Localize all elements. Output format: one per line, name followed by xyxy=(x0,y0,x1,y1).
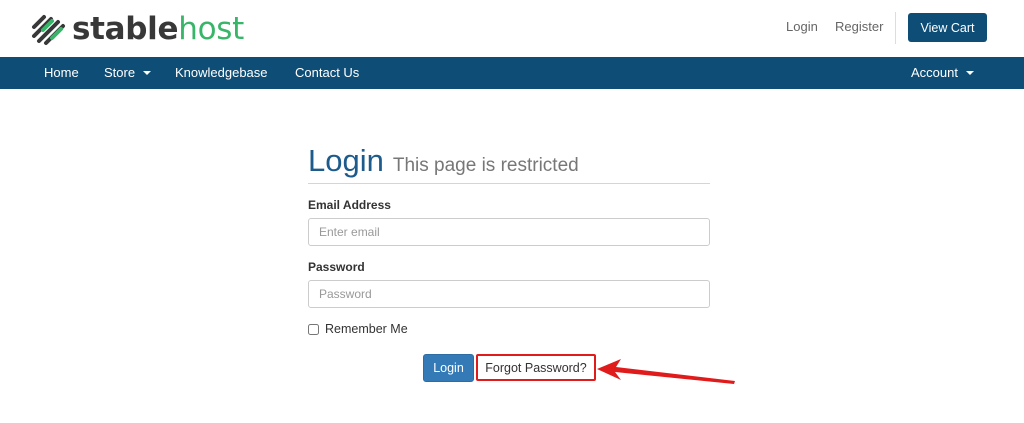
login-heading: Login xyxy=(308,143,384,178)
remember-me-label: Remember Me xyxy=(325,322,408,336)
title-divider xyxy=(308,183,710,184)
main-navbar: Home Store Knowledgebase Contact Us Acco… xyxy=(0,57,1024,89)
login-subheading: This page is restricted xyxy=(392,155,579,176)
brand-logo[interactable]: stablehost xyxy=(30,7,244,51)
nav-item-home[interactable]: Home xyxy=(44,57,79,89)
nav-item-contact-us[interactable]: Contact Us xyxy=(295,57,359,89)
login-submit-button[interactable]: Login xyxy=(423,354,474,382)
header-register-link[interactable]: Register xyxy=(835,19,883,34)
brand-name-part2: host xyxy=(178,10,244,47)
header-login-link[interactable]: Login xyxy=(786,19,818,34)
brand-name: stablehost xyxy=(72,10,244,47)
remember-me: Remember Me xyxy=(308,322,408,336)
remember-me-checkbox[interactable] xyxy=(308,323,319,335)
red-arrow-annotation xyxy=(597,359,735,384)
chevron-down-icon xyxy=(143,71,152,75)
nav-item-knowledgebase[interactable]: Knowledgebase xyxy=(175,57,268,89)
nav-item-store[interactable]: Store xyxy=(104,57,152,89)
forgot-password-button[interactable]: Forgot Password? xyxy=(476,354,596,381)
nav-item-account[interactable]: Account xyxy=(911,57,974,89)
view-cart-button[interactable]: View Cart xyxy=(908,13,987,42)
chevron-down-icon xyxy=(965,71,974,75)
email-label: Email Address xyxy=(308,198,391,212)
password-label: Password xyxy=(308,260,365,274)
header-divider xyxy=(895,12,896,44)
site-header: stablehost Login Register View Cart xyxy=(0,0,1024,57)
nav-item-account-label: Account xyxy=(911,65,958,80)
brand-name-part1: stable xyxy=(72,10,179,47)
email-field[interactable] xyxy=(308,218,710,246)
nav-item-store-label: Store xyxy=(104,65,136,80)
stripes-logo-icon xyxy=(32,15,65,45)
password-field[interactable] xyxy=(308,280,710,308)
page-title: Login This page is restricted xyxy=(308,143,579,179)
